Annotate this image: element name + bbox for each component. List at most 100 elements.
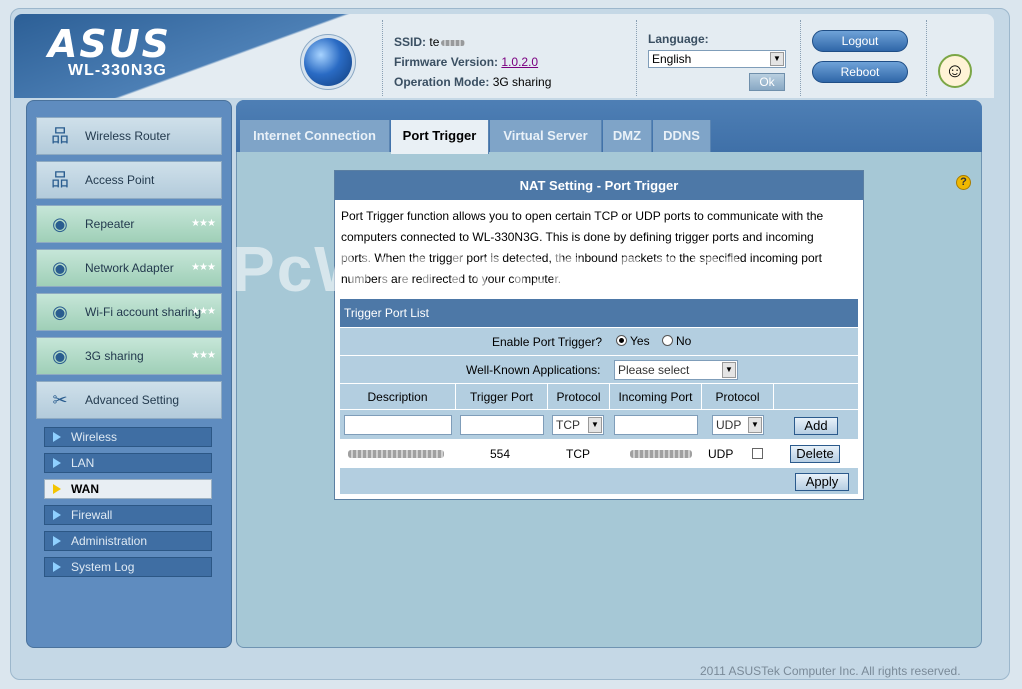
col-description: Description [340, 384, 456, 410]
sidebar-item-repeater[interactable]: ◉ Repeater ★★★ [36, 205, 222, 243]
enable-label: Enable Port Trigger? [492, 335, 603, 349]
submenu-label: WAN [71, 482, 99, 496]
protocol-value: TCP [556, 418, 580, 432]
router-info: SSID: te Firmware Version: 1.0.2.0 Opera… [394, 32, 551, 92]
firmware-label: Firmware Version: [394, 55, 499, 69]
firmware-link[interactable]: 1.0.2.0 [501, 55, 538, 69]
submenu-label: System Log [71, 560, 135, 574]
new-entry-row: TCP ▼ UDP ▼ Add [340, 409, 858, 439]
no-label: No [676, 334, 692, 348]
chevron-down-icon: ▼ [588, 417, 602, 433]
trigger-protocol-select[interactable]: TCP ▼ [552, 415, 604, 435]
incoming-port-input[interactable] [614, 415, 698, 435]
sidebar-item-label: Wireless Router [85, 129, 171, 143]
enable-no-option[interactable]: No [662, 334, 691, 348]
delete-button[interactable]: Delete [790, 445, 840, 463]
tab-virtual-server[interactable]: Virtual Server [490, 120, 602, 152]
sidebar-item-advanced-setting[interactable]: ✂ Advanced Setting [36, 381, 222, 419]
logout-button[interactable]: Logout [812, 30, 908, 52]
submenu-firewall[interactable]: Firewall [44, 505, 212, 525]
submenu-wan[interactable]: WAN [44, 479, 212, 499]
chevron-down-icon: ▼ [770, 52, 784, 66]
tab-ddns[interactable]: DDNS [653, 120, 711, 152]
tab-dmz[interactable]: DMZ [603, 120, 652, 152]
arrow-right-icon [53, 484, 61, 494]
applications-select[interactable]: Please select ▼ [614, 360, 738, 380]
sidebar-item-label: Advanced Setting [85, 393, 180, 407]
sidebar-item-3g-sharing[interactable]: ◉ 3G sharing ★★★ [36, 337, 222, 375]
mode-label: Operation Mode: [394, 75, 490, 89]
ssid-label: SSID: [394, 35, 427, 49]
table-row: 554 TCP UDP Delete [340, 439, 858, 467]
submenu-label: Administration [71, 534, 148, 548]
sidebar-item-label: 3G sharing [85, 349, 144, 363]
arrow-right-icon [53, 432, 61, 442]
mascot-icon: ☺ [938, 54, 972, 88]
apply-row: Apply [340, 467, 858, 494]
redacted-incoming-port [630, 450, 692, 458]
radio-yes[interactable] [616, 335, 627, 346]
divider [926, 20, 927, 96]
reboot-button[interactable]: Reboot [812, 61, 908, 83]
submenu-label: Wireless [71, 430, 118, 444]
protocol-value: UDP [716, 418, 742, 432]
col-incoming-port: Incoming Port [610, 384, 702, 410]
language-ok-button[interactable]: Ok [749, 73, 785, 91]
sidebar-item-label: Access Point [85, 173, 155, 187]
copyright-footer: 2011 ASUSTek Computer Inc. All rights re… [700, 664, 961, 678]
enable-yes-option[interactable]: Yes [616, 334, 650, 348]
add-button[interactable]: Add [794, 417, 838, 435]
sidebar-item-wifi-account-sharing[interactable]: ◉ Wi-Fi account sharing ★★★ [36, 293, 222, 331]
col-trigger-port: Trigger Port [456, 384, 548, 410]
entry-protocol: UDP [708, 447, 734, 461]
enable-row: Enable Port Trigger? Yes No [340, 327, 858, 355]
help-icon[interactable]: ? [956, 175, 971, 190]
incoming-protocol-select[interactable]: UDP ▼ [712, 415, 764, 435]
star-icon: ★★★ [191, 262, 216, 273]
header-row: Description Trigger Port Protocol Incomi… [340, 383, 858, 410]
watermark: PcWinTech.com [232, 233, 747, 305]
sidebar-item-access-point[interactable]: 品 Access Point [36, 161, 222, 199]
panel-title: NAT Setting - Port Trigger [335, 171, 863, 200]
star-icon: ★★★ [191, 350, 216, 361]
tab-port-trigger[interactable]: Port Trigger [391, 120, 489, 154]
sidebar-item-network-adapter[interactable]: ◉ Network Adapter ★★★ [36, 249, 222, 287]
col-protocol: Protocol [702, 384, 774, 410]
ssid-value: te [429, 35, 440, 49]
language-value: English [652, 52, 692, 66]
sidebar-item-label: Network Adapter [85, 261, 174, 275]
sidebar-item-label: Repeater [85, 217, 135, 231]
globe-icon [304, 38, 352, 86]
arrow-right-icon [53, 562, 61, 572]
description-input[interactable] [344, 415, 452, 435]
star-icon: ★★★ [191, 218, 216, 229]
trigger-port-input[interactable] [460, 415, 544, 435]
trigger-port-table: Trigger Port List Enable Port Trigger? Y… [340, 299, 858, 494]
apply-button[interactable]: Apply [795, 473, 849, 491]
apps-placeholder: Please select [618, 363, 690, 377]
language-select[interactable]: English ▼ [648, 50, 786, 68]
entry-protocol: TCP [566, 447, 590, 461]
entry-checkbox[interactable] [752, 448, 763, 459]
chevron-down-icon: ▼ [722, 362, 736, 378]
network-icon: 品 [51, 170, 69, 190]
radio-no[interactable] [662, 335, 673, 346]
arrow-right-icon [53, 510, 61, 520]
entry-trigger-port: 554 [490, 447, 511, 461]
submenu-lan[interactable]: LAN [44, 453, 212, 473]
submenu-system-log[interactable]: System Log [44, 557, 212, 577]
yes-label: Yes [630, 334, 650, 348]
arrow-right-icon [53, 536, 61, 546]
tab-internet-connection[interactable]: Internet Connection [240, 120, 390, 152]
sidebar-item-label: Wi-Fi account sharing [85, 305, 202, 319]
mode-value: 3G sharing [492, 75, 552, 89]
ssid-redacted [441, 40, 466, 46]
submenu-wireless[interactable]: Wireless [44, 427, 212, 447]
submenu-administration[interactable]: Administration [44, 531, 212, 551]
router-icon: ◉ [52, 214, 68, 234]
submenu-label: LAN [71, 456, 95, 470]
applications-row: Well-Known Applications: Please select ▼ [340, 355, 858, 383]
sidebar-item-wireless-router[interactable]: 品 Wireless Router [36, 117, 222, 155]
arrow-right-icon [53, 458, 61, 468]
router-icon: ◉ [52, 346, 68, 366]
